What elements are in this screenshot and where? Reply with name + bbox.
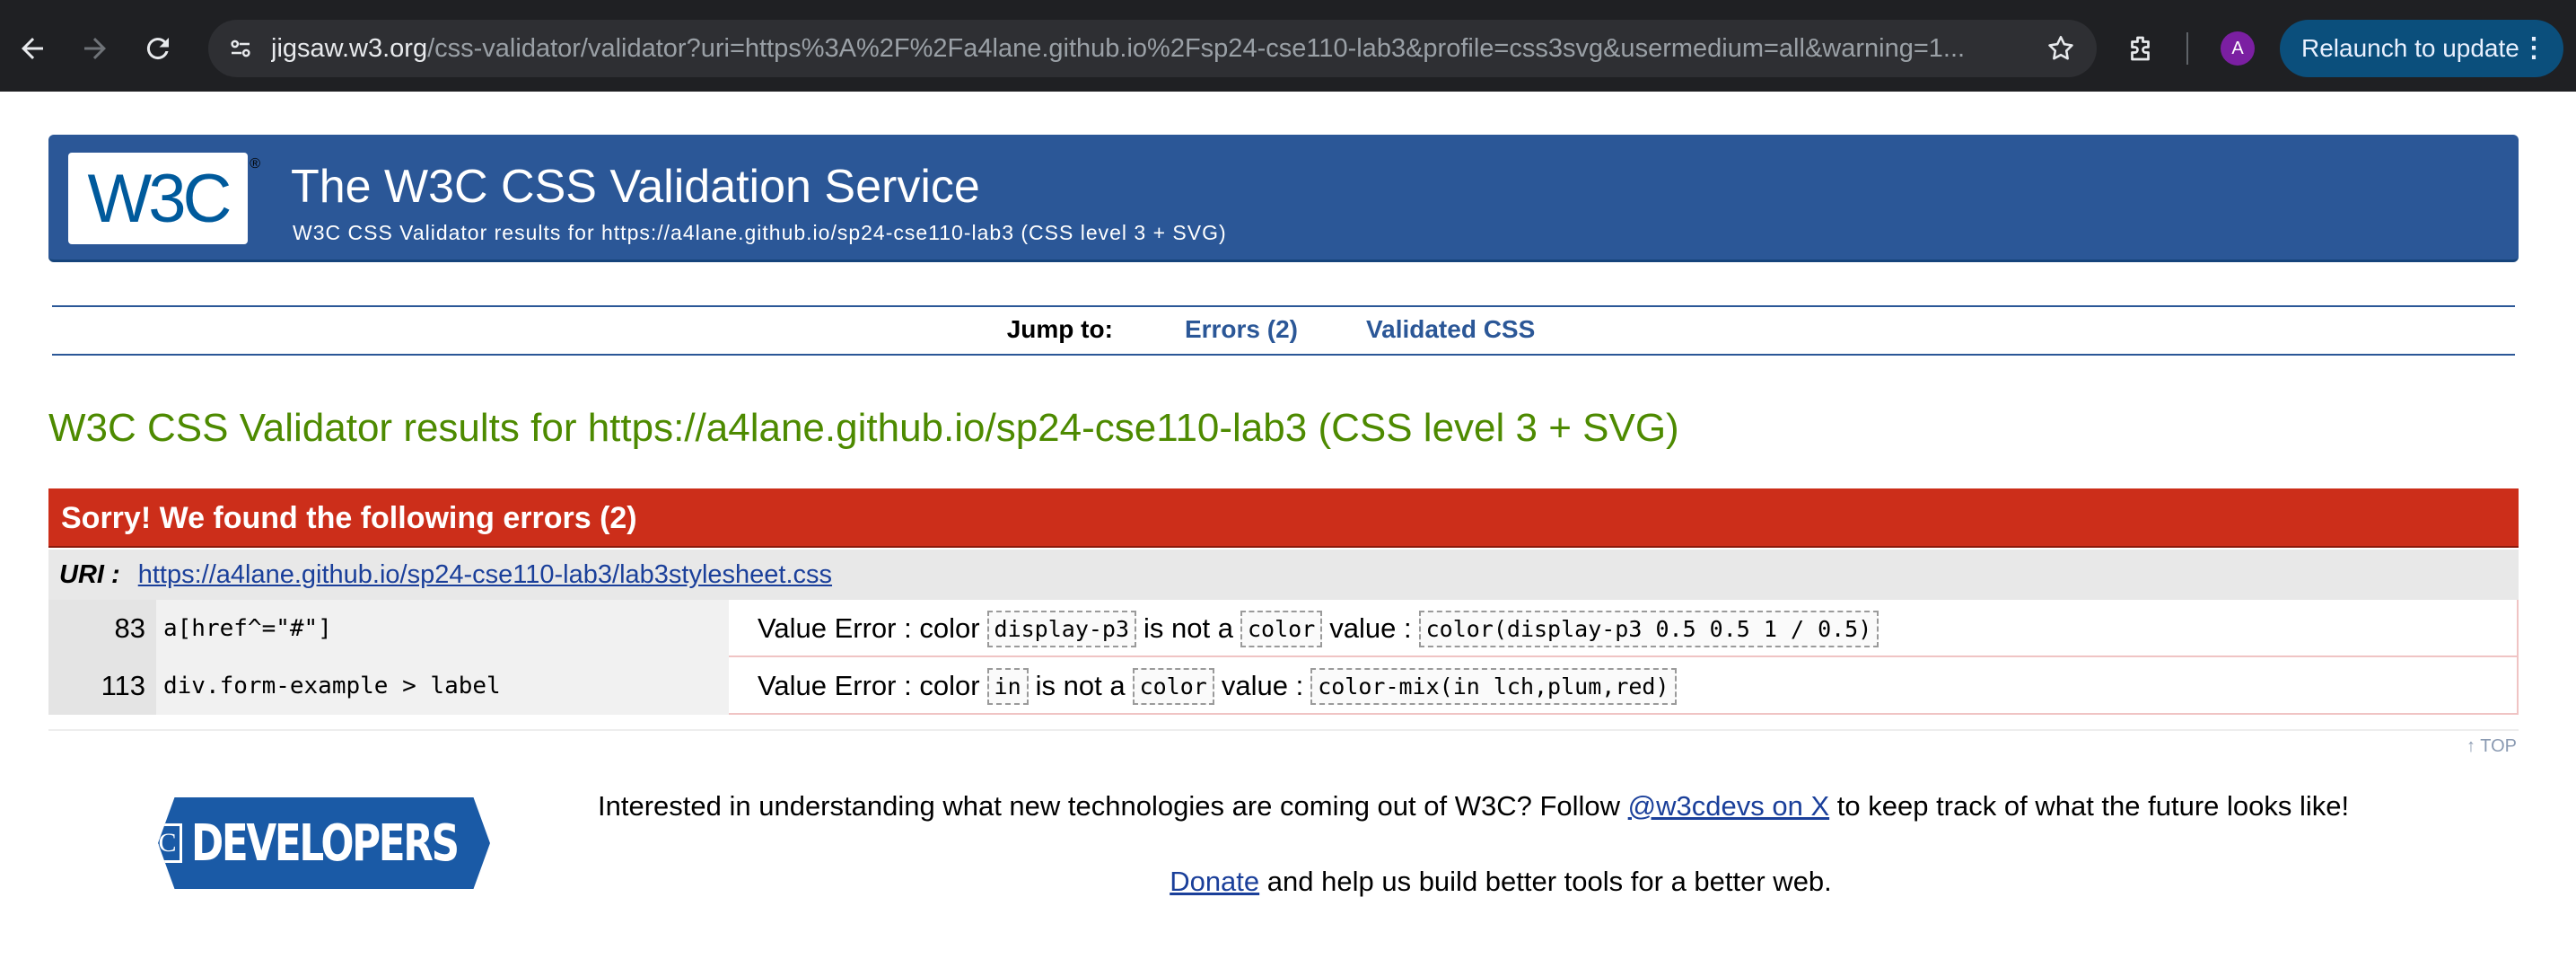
uri-row: URI : https://a4lane.github.io/sp24-cse1… [48, 550, 2519, 600]
url-path: /css-validator/validator?uri=https%3A%2F… [427, 34, 1966, 63]
w3c-developers-logo-text: DEVELOPERS [191, 814, 460, 873]
browser-toolbar: jigsaw.w3.org/css-validator/validator?ur… [0, 0, 2576, 92]
error-message-after: value : [1329, 612, 1412, 644]
page-title: The W3C CSS Validation Service [291, 161, 980, 213]
jump-label: Jump to: [1006, 315, 1113, 343]
url-text[interactable]: jigsaw.w3.org/css-validator/validator?ur… [271, 20, 2030, 77]
relaunch-button[interactable]: Relaunch to update ⋮ [2280, 20, 2563, 77]
w3c-developers-logo-mark: W3C [158, 823, 183, 863]
profile-avatar[interactable]: A [2221, 31, 2255, 66]
uri-link[interactable]: https://a4lane.github.io/sp24-cse110-lab… [138, 560, 832, 589]
address-bar[interactable]: jigsaw.w3.org/css-validator/validator?ur… [208, 20, 2097, 77]
toolbar-divider [2186, 32, 2188, 65]
error-code-property: in [986, 667, 1029, 705]
error-context: div.form-example > label [156, 657, 729, 715]
footer-donate-text: Donate and help us build better tools fo… [0, 866, 2576, 898]
w3c-logo[interactable]: W3C ® [68, 153, 260, 244]
more-icon[interactable]: ⋮ [2520, 20, 2547, 77]
error-code-property: display-p3 [986, 610, 1137, 647]
jump-errors-link[interactable]: Errors (2) [1185, 315, 1298, 344]
bookmark-star-icon[interactable] [2043, 31, 2079, 66]
errors-heading: Sorry! We found the following errors (2) [48, 488, 2519, 548]
footer-follow-text: Interested in understanding what new tec… [598, 790, 2349, 823]
footer-follow-before: Interested in understanding what new tec… [598, 790, 1621, 822]
relaunch-label: Relaunch to update [2301, 34, 2519, 62]
table-row: 113 div.form-example > label Value Error… [48, 657, 2519, 715]
error-code-type: color [1240, 610, 1323, 647]
jump-nav-bottom-rule [52, 354, 2515, 356]
footer-donate-after: and help us build better tools for a bet… [1266, 866, 1832, 897]
back-icon[interactable] [9, 25, 56, 72]
error-message-after: value : [1221, 670, 1304, 701]
jump-validated-css-link[interactable]: Validated CSS [1366, 315, 1535, 344]
w3cdevs-link[interactable]: @w3cdevs on X [1628, 790, 1829, 822]
reload-icon[interactable] [135, 25, 181, 72]
registered-mark: ® [250, 156, 260, 172]
error-code-value: color-mix(in lch,plum,red) [1310, 667, 1677, 705]
back-to-top-link[interactable]: ↑ TOP [2466, 736, 2517, 757]
error-message-mid: is not a [1035, 670, 1126, 701]
url-host: jigsaw.w3.org [271, 34, 428, 63]
error-message: Value Error : color in is not a color va… [729, 657, 1684, 715]
error-line-number: 113 [48, 657, 156, 715]
error-code-type: color [1132, 667, 1214, 705]
error-message-prefix: Value Error : color [758, 670, 980, 701]
error-code-value: color(display-p3 0.5 0.5 1 / 0.5) [1418, 610, 1879, 647]
forward-icon[interactable] [72, 25, 118, 72]
page-subtitle: W3C CSS Validator results for https://a4… [293, 221, 1227, 244]
site-info-icon[interactable] [223, 31, 258, 66]
w3c-logo-text: W3C [87, 160, 232, 237]
error-context: a[href^="#"] [156, 600, 729, 657]
extensions-icon[interactable] [2120, 27, 2163, 70]
table-row: 83 a[href^="#"] Value Error : color disp… [48, 600, 2519, 657]
error-message-prefix: Value Error : color [758, 612, 980, 644]
error-message: Value Error : color display-p3 is not a … [729, 600, 1886, 657]
donate-link[interactable]: Donate [1170, 866, 1259, 897]
error-message-mid: is not a [1143, 612, 1233, 644]
footer-follow-after: to keep track of what the future looks l… [1836, 790, 2350, 822]
jump-nav: Jump to: Errors (2) Validated CSS [0, 305, 2576, 354]
section-divider [48, 729, 2519, 731]
uri-label: URI : [59, 560, 120, 589]
error-line-number: 83 [48, 600, 156, 657]
results-heading: W3C CSS Validator results for https://a4… [48, 406, 1679, 450]
header-banner: W3C ® The W3C CSS Validation Service W3C… [48, 135, 2519, 262]
